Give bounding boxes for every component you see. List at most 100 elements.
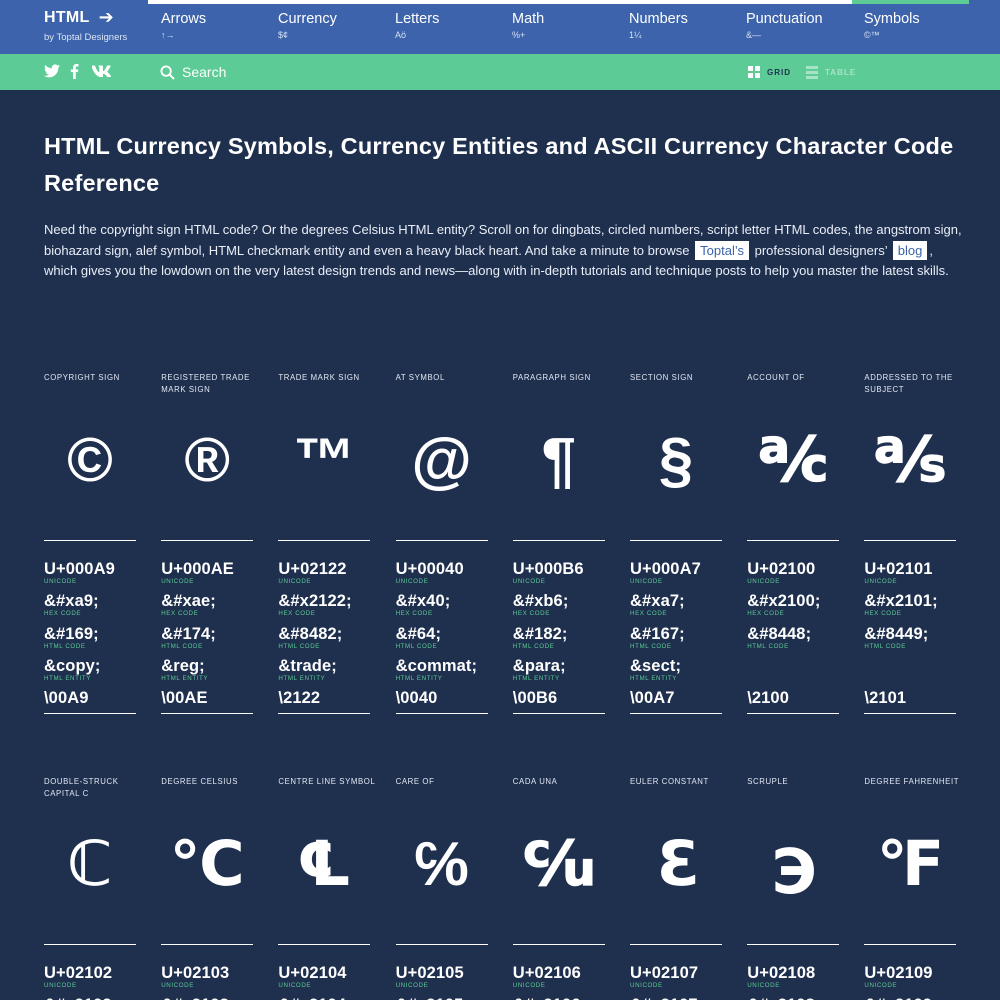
divider <box>512 713 605 714</box>
symbol-glyph: @ <box>411 426 472 495</box>
symbol-name: CADA UNA <box>512 777 558 786</box>
unicode-value[interactable]: U+02109 <box>864 964 964 982</box>
css-code-value[interactable]: \00AE <box>161 689 261 707</box>
hex-code-value[interactable]: &#x2105; <box>396 996 496 1000</box>
html-entity-value[interactable]: &para; <box>513 657 613 675</box>
unicode-value[interactable]: U+02105 <box>396 964 496 982</box>
hex-code-value[interactable]: &#x2106; <box>513 996 613 1000</box>
html-entity-block: &trade; HTML ENTITY <box>278 657 378 683</box>
nav-item-currency[interactable]: Currency $¢ <box>278 11 395 40</box>
nav-item-label: Currency <box>278 11 337 27</box>
hex-code-value[interactable]: &#xa9; <box>44 592 144 610</box>
divider <box>747 944 840 945</box>
table-view-toggle[interactable]: TABLE <box>806 66 856 79</box>
grid-view-toggle[interactable]: GRID <box>748 66 791 78</box>
unicode-block: U+02102 UNICODE <box>44 964 144 990</box>
facebook-icon[interactable] <box>70 64 82 80</box>
html-code-value[interactable]: &#169; <box>44 625 144 643</box>
html-code-value[interactable]: &#8448; <box>747 625 847 643</box>
toptal-link[interactable]: Toptal’s <box>695 240 749 260</box>
symbol-glyph: ℄ <box>296 830 353 899</box>
divider <box>630 944 722 945</box>
search-input[interactable] <box>182 62 482 82</box>
css-code-value[interactable]: \2101 <box>864 689 964 707</box>
divider <box>44 713 136 714</box>
hex-code-value[interactable]: &#x40; <box>396 592 496 610</box>
html-code-value[interactable]: &#174; <box>161 625 261 643</box>
nav-item-letters[interactable]: Letters Aö <box>395 11 512 40</box>
hex-code-value[interactable]: &#x2109; <box>864 996 964 1000</box>
divider <box>161 944 254 945</box>
symbol-name: DEGREE CELSIUS <box>161 777 239 786</box>
html-entity-value[interactable]: &commat; <box>396 657 496 675</box>
unicode-value[interactable]: U+02100 <box>747 560 847 578</box>
unicode-value[interactable]: U+02107 <box>630 964 730 982</box>
hex-code-value[interactable]: &#x2122; <box>278 592 378 610</box>
symbol-name: REGISTERED TRADE MARK SIGN <box>161 373 250 394</box>
brand-logo[interactable]: HTML ➔ by Toptal Designers <box>44 7 127 43</box>
hex-code-value[interactable]: &#x2101; <box>864 592 964 610</box>
html-entity-value[interactable]: &sect; <box>630 657 730 675</box>
unicode-value[interactable]: U+00040 <box>396 560 496 578</box>
unicode-value[interactable]: U+02104 <box>278 964 378 982</box>
divider <box>395 540 488 541</box>
html-code-value[interactable]: &#182; <box>513 625 613 643</box>
hex-code-value[interactable]: &#x2108; <box>747 996 847 1000</box>
html-code-block: &#174; HTML CODE <box>161 625 261 651</box>
symbol-glyph: ℃ <box>169 830 245 899</box>
hex-code-label: HEX CODE <box>44 610 82 617</box>
twitter-icon[interactable] <box>44 64 62 80</box>
vk-icon[interactable] <box>91 64 112 80</box>
nav-item-numbers[interactable]: Numbers 1¼ <box>629 11 746 40</box>
html-code-value[interactable]: &#167; <box>630 625 730 643</box>
nav-item-symbols[interactable]: Symbols ©™ <box>864 11 981 40</box>
html-code-value[interactable]: &#64; <box>396 625 496 643</box>
unicode-value[interactable]: U+02106 <box>513 964 613 982</box>
unicode-value[interactable]: U+000A9 <box>44 560 144 578</box>
divider <box>44 944 136 945</box>
nav-item-math[interactable]: Math %+ <box>512 11 629 40</box>
html-entity-label: HTML ENTITY <box>395 675 443 682</box>
hex-code-value[interactable]: &#x2102; <box>44 996 144 1000</box>
css-code-block: \2122 <box>278 689 378 707</box>
html-entity-block: &copy; HTML ENTITY <box>44 657 144 683</box>
hex-code-value[interactable]: &#xb6; <box>513 592 613 610</box>
blog-link[interactable]: blog <box>892 240 928 260</box>
hex-code-value[interactable]: &#xa7; <box>630 592 730 610</box>
unicode-block: U+02101 UNICODE <box>864 560 964 586</box>
unicode-block: U+02109 UNICODE <box>864 964 964 990</box>
hex-code-value[interactable]: &#x2104; <box>278 996 378 1000</box>
html-entity-value[interactable]: &copy; <box>44 657 144 675</box>
page-title: HTML Currency Symbols, Currency Entities… <box>44 133 954 196</box>
unicode-value[interactable]: U+000AE <box>161 560 261 578</box>
html-entity-value[interactable]: &reg; <box>161 657 261 675</box>
css-code-value[interactable]: \00A7 <box>630 689 730 707</box>
html-entity-value[interactable]: &trade; <box>278 657 378 675</box>
search-icon[interactable] <box>160 65 175 80</box>
unicode-value[interactable]: U+000B6 <box>513 560 613 578</box>
nav-item-punctuation[interactable]: Punctuation &— <box>746 11 863 40</box>
css-code-value[interactable]: \00A9 <box>44 689 144 707</box>
divider <box>395 944 488 945</box>
hex-code-value[interactable]: &#xae; <box>161 592 261 610</box>
symbol-glyph: ℉ <box>876 830 945 899</box>
nav-item-arrows[interactable]: Arrows ↑→ <box>161 11 278 40</box>
unicode-value[interactable]: U+02122 <box>278 560 378 578</box>
css-code-value[interactable]: \2100 <box>747 689 847 707</box>
unicode-label: UNICODE <box>44 578 77 585</box>
unicode-value[interactable]: U+02102 <box>44 964 144 982</box>
unicode-value[interactable]: U+02103 <box>161 964 261 982</box>
html-code-value[interactable]: &#8482; <box>278 625 378 643</box>
html-code-value[interactable]: &#8449; <box>864 625 964 643</box>
hex-code-value[interactable]: &#x2100; <box>747 592 847 610</box>
unicode-value[interactable]: U+02101 <box>864 560 964 578</box>
unicode-value[interactable]: U+000A7 <box>630 560 730 578</box>
unicode-value[interactable]: U+02108 <box>747 964 847 982</box>
hex-code-value[interactable]: &#x2107; <box>630 996 730 1000</box>
css-code-value[interactable]: \0040 <box>396 689 496 707</box>
html-code-label: HTML CODE <box>161 643 203 650</box>
hex-code-value[interactable]: &#x2103; <box>161 996 261 1000</box>
hex-block: &#x2106; <box>513 996 613 1000</box>
css-code-value[interactable]: \00B6 <box>513 689 613 707</box>
css-code-value[interactable]: \2122 <box>278 689 378 707</box>
